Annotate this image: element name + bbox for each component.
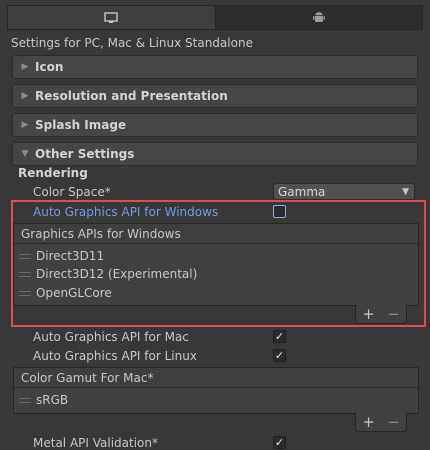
monitor-icon [104,11,118,23]
rendering-header: Rendering [18,166,88,180]
list-item[interactable]: Direct3D12 (Experimental) [19,267,197,281]
foldout-resolution[interactable]: ▶ Resolution and Presentation [12,84,418,108]
platform-settings-title: Settings for PC, Mac & Linux Standalone [11,36,253,50]
drag-handle-icon[interactable] [19,290,31,296]
auto-graphics-api-windows-checkbox[interactable] [273,205,286,218]
foldout-splash[interactable]: ▶ Splash Image [12,113,418,137]
graphics-apis-buttons: + − [355,305,407,324]
auto-graphics-api-linux-label: Auto Graphics API for Linux [33,349,197,363]
graphics-apis-header: Graphics APIs for Windows [13,223,419,244]
platform-tabs [7,5,423,30]
foldout-label: Other Settings [35,147,135,161]
checkmark-icon: ✓ [274,330,285,343]
remove-button[interactable]: − [387,413,400,431]
drag-handle-icon[interactable] [19,271,31,277]
foldout-label: Icon [35,60,64,74]
auto-graphics-api-windows-label: Auto Graphics API for Windows [33,205,219,219]
foldout-icon[interactable]: ▶ Icon [12,55,418,79]
color-space-dropdown[interactable]: Gamma ▼ [273,183,415,200]
metal-api-validation-label: Metal API Validation* [33,436,158,450]
auto-graphics-api-mac-label: Auto Graphics API for Mac [33,330,189,344]
color-gamut-header-label: Color Gamut For Mac* [21,370,154,385]
graphics-apis-list: Direct3D11 Direct3D12 (Experimental) Ope… [13,244,419,306]
add-button[interactable]: + [362,413,375,431]
add-button[interactable]: + [362,305,375,323]
foldout-other-settings[interactable]: ▼ Other Settings [12,142,418,166]
tab-android[interactable] [215,5,423,29]
list-item[interactable]: Direct3D11 [19,249,104,263]
drag-handle-icon[interactable] [19,397,31,403]
foldout-label: Resolution and Presentation [35,89,228,103]
chevron-right-icon: ▶ [21,62,29,72]
list-item[interactable]: sRGB [19,393,68,407]
chevron-down-icon: ▼ [21,149,29,159]
chevron-right-icon: ▶ [21,91,29,101]
graphics-api-name: Direct3D11 [36,249,105,263]
auto-graphics-api-mac-checkbox[interactable]: ✓ [273,330,286,343]
graphics-apis-header-label: Graphics APIs for Windows [21,226,181,241]
checkmark-icon: ✓ [274,349,285,362]
drag-handle-icon[interactable] [19,253,31,259]
auto-graphics-api-linux-checkbox[interactable]: ✓ [273,349,286,362]
chevron-right-icon: ▶ [21,120,29,130]
color-space-value: Gamma [278,184,326,199]
color-gamut-buttons: + − [355,413,407,432]
chevron-down-icon: ▼ [402,187,409,197]
color-gamut-list: sRGB [13,388,419,414]
android-icon [312,12,325,22]
foldout-label: Splash Image [35,118,127,132]
list-item[interactable]: OpenGLCore [19,286,112,300]
color-space-label: Color Space* [33,185,111,199]
color-gamut-header: Color Gamut For Mac* [13,367,419,388]
remove-button[interactable]: − [387,305,400,323]
graphics-api-name: Direct3D12 (Experimental) [36,267,198,281]
tab-standalone[interactable] [7,5,216,29]
color-gamut-name: sRGB [36,393,69,407]
graphics-api-name: OpenGLCore [36,286,112,300]
